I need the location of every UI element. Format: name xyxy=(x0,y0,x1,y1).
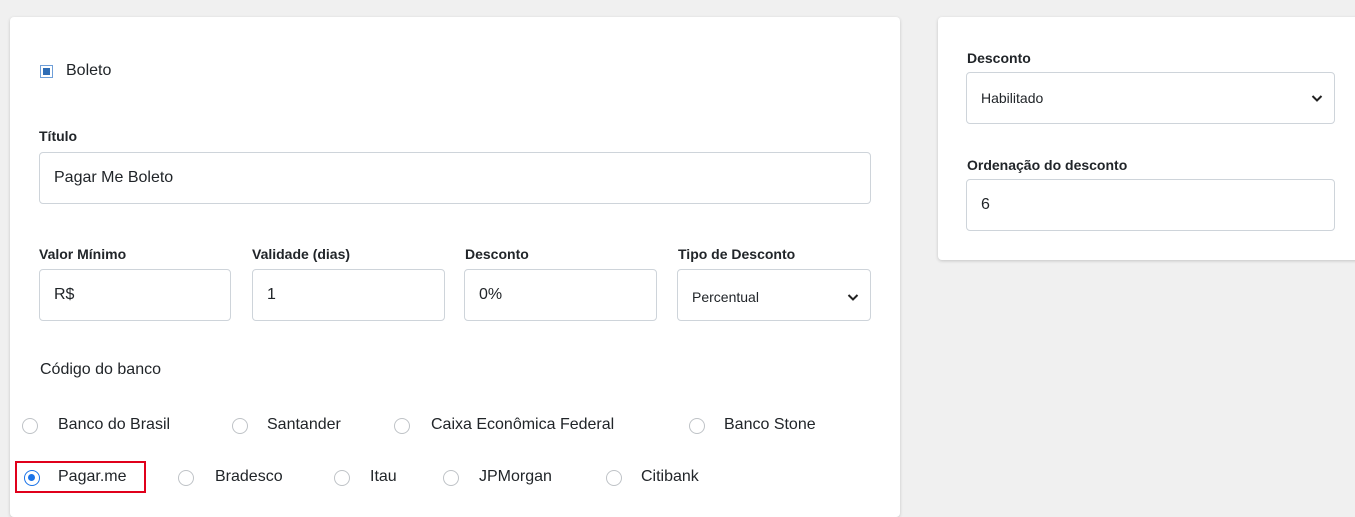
tipo-desconto-value: Percentual xyxy=(692,289,759,305)
bank-label-santander: Santander xyxy=(267,416,341,433)
bank-label-pagar-me: Pagar.me xyxy=(58,468,127,485)
codigo-banco-label: Código do banco xyxy=(40,361,161,378)
titulo-input[interactable]: Pagar Me Boleto xyxy=(39,152,871,204)
valor-minimo-value: R$ xyxy=(54,286,75,303)
tipo-desconto-label: Tipo de Desconto xyxy=(678,246,796,262)
ordenacao-input[interactable]: 6 xyxy=(966,179,1335,231)
radio-caixa[interactable] xyxy=(394,418,410,434)
payment-settings-card xyxy=(10,17,900,517)
sidebar-desconto-value: Habilitado xyxy=(981,90,1044,106)
validade-value: 1 xyxy=(267,286,276,303)
desconto-label: Desconto xyxy=(465,246,529,262)
sidebar-desconto-label: Desconto xyxy=(967,50,1031,66)
desconto-value: 0% xyxy=(479,286,503,303)
titulo-value: Pagar Me Boleto xyxy=(54,169,174,186)
radio-citibank[interactable] xyxy=(606,470,622,486)
bank-label-jpmorgan: JPMorgan xyxy=(479,468,552,485)
radio-pagar-me[interactable] xyxy=(24,470,40,486)
valor-minimo-label: Valor Mínimo xyxy=(39,246,127,262)
bank-label-banco-stone: Banco Stone xyxy=(724,416,816,433)
radio-jpmorgan[interactable] xyxy=(443,470,459,486)
titulo-label: Título xyxy=(39,128,78,144)
tipo-desconto-select[interactable]: Percentual xyxy=(677,269,871,321)
boleto-checkbox[interactable] xyxy=(40,65,53,78)
sidebar-desconto-select[interactable]: Habilitado xyxy=(966,72,1335,124)
bank-label-bradesco: Bradesco xyxy=(215,468,283,485)
radio-itau[interactable] xyxy=(334,470,350,486)
validade-label: Validade (dias) xyxy=(252,246,351,262)
desconto-input[interactable]: 0% xyxy=(464,269,657,321)
radio-santander[interactable] xyxy=(232,418,248,434)
radio-banco-stone[interactable] xyxy=(689,418,705,434)
ordenacao-value: 6 xyxy=(981,196,990,213)
validade-input[interactable]: 1 xyxy=(252,269,445,321)
checkbox-checked-icon xyxy=(43,68,50,75)
bank-label-banco-do-brasil: Banco do Brasil xyxy=(58,416,171,433)
radio-selected-dot xyxy=(28,474,35,481)
boleto-label: Boleto xyxy=(66,62,112,79)
bank-label-caixa: Caixa Econômica Federal xyxy=(431,416,615,433)
valor-minimo-input[interactable]: R$ xyxy=(39,269,231,321)
ordenacao-label: Ordenação do desconto xyxy=(967,157,1128,173)
chevron-down-icon xyxy=(846,290,860,304)
bank-label-citibank: Citibank xyxy=(641,468,699,485)
radio-bradesco[interactable] xyxy=(178,470,194,486)
chevron-down-icon xyxy=(1310,91,1324,105)
radio-banco-do-brasil[interactable] xyxy=(22,418,38,434)
bank-label-itau: Itau xyxy=(370,468,397,485)
